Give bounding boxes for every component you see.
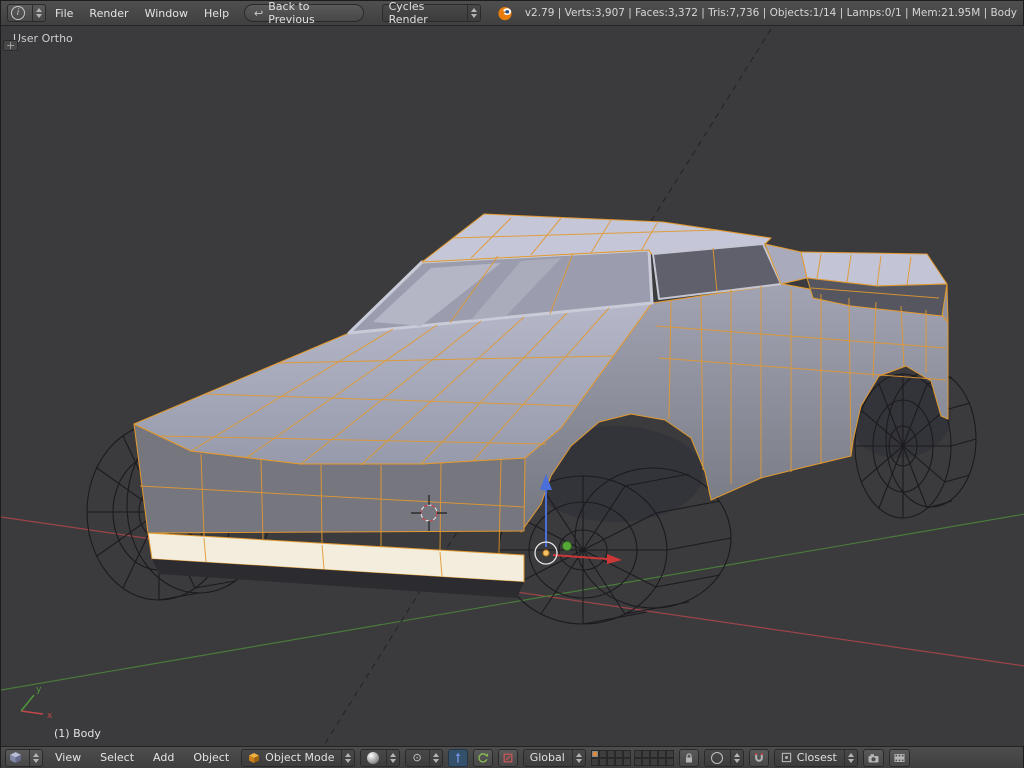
translate-icon — [455, 752, 460, 762]
view-orientation-label: User Ortho — [13, 32, 73, 45]
rotate-icon — [478, 752, 488, 763]
layer-cell[interactable] — [641, 757, 650, 766]
opengl-render-animation-button[interactable] — [888, 748, 910, 767]
layer-cell[interactable] — [622, 757, 631, 766]
layer-cell[interactable] — [649, 749, 658, 758]
menu-render[interactable]: Render — [82, 7, 135, 20]
layer-cell[interactable] — [657, 749, 666, 758]
blender-logo — [497, 5, 513, 21]
back-to-previous-button[interactable]: ↩ Back to Previous — [244, 0, 364, 26]
layer-cell[interactable] — [598, 757, 607, 766]
menu-object[interactable]: Object — [186, 751, 236, 764]
manipulator-rotate-toggle[interactable] — [472, 748, 493, 767]
blender-window: i File Render Window Help ↩ Back to Prev… — [0, 0, 1024, 768]
lock-icon — [685, 752, 692, 762]
viewport-shading-dropdown[interactable] — [360, 748, 401, 767]
layers-group-2[interactable] — [633, 749, 674, 766]
object-origin-dot — [542, 549, 550, 557]
dropdown-stepper — [843, 749, 854, 766]
proportional-edit-icon — [710, 751, 723, 764]
back-to-previous-label: Back to Previous — [268, 0, 315, 26]
pivot-point-dropdown[interactable]: ⊙ — [405, 748, 443, 767]
proportional-edit-dropdown[interactable] — [703, 748, 744, 767]
snap-toggle[interactable] — [748, 748, 769, 767]
axis-y-label: y — [36, 685, 42, 695]
snap-mode-icon — [781, 752, 791, 763]
axis-x-label: x — [47, 711, 53, 721]
scene-lock-toggle[interactable] — [678, 748, 699, 767]
dropdown-stepper — [428, 749, 439, 766]
layer-cell[interactable] — [598, 749, 607, 758]
manipulator-y-handle — [562, 541, 572, 551]
active-object-label: (1) Body — [54, 727, 101, 740]
dropdown-stepper — [341, 749, 352, 766]
viewport-header: View Select Add Object Object Mode ⊙ Glo… — [1, 746, 1023, 768]
layer-cell[interactable] — [590, 749, 599, 758]
transform-orientation-dropdown[interactable]: Global — [522, 748, 586, 767]
layer-cell[interactable] — [665, 749, 674, 758]
layer-cell[interactable] — [590, 757, 599, 766]
layer-cell[interactable] — [665, 757, 674, 766]
dropdown-stepper — [386, 749, 397, 766]
info-editor-icon: i — [11, 6, 25, 20]
3d-viewport[interactable]: x y User Ortho (1) Body + — [1, 26, 1024, 746]
model-body[interactable] — [133, 213, 949, 598]
menu-window[interactable]: Window — [138, 7, 195, 20]
layer-cell[interactable] — [606, 757, 615, 766]
layers-widget[interactable] — [590, 749, 674, 766]
film-icon — [894, 753, 905, 762]
layer-cell[interactable] — [633, 749, 642, 758]
scene-svg: x y — [1, 28, 1024, 746]
layer-cell[interactable] — [633, 757, 642, 766]
object-mode-icon — [249, 752, 260, 763]
manipulator-x-arrowhead — [607, 554, 622, 564]
mini-axis-gizmo: x y — [20, 685, 53, 721]
layer-cell[interactable] — [641, 749, 650, 758]
layer-cell[interactable] — [657, 757, 666, 766]
dropdown-stepper — [466, 5, 477, 21]
menu-add[interactable]: Add — [146, 751, 181, 764]
pivot-icon: ⊙ — [412, 751, 422, 764]
layer-cell[interactable] — [622, 749, 631, 758]
dropdown-stepper — [32, 5, 42, 21]
render-engine-value: Cycles Render — [388, 0, 428, 26]
mode-value: Object Mode — [265, 751, 335, 764]
snap-element-value: Closest — [796, 751, 837, 764]
editor-type-selector-info[interactable]: i — [7, 4, 46, 22]
stats-readout: v2.79 | Verts:3,907 | Faces:3,372 | Tris… — [524, 7, 1017, 19]
editor-type-selector-3dview[interactable] — [5, 748, 43, 767]
menu-view[interactable]: View — [48, 751, 88, 764]
region-expand-button[interactable]: + — [3, 40, 19, 51]
mode-dropdown[interactable]: Object Mode — [241, 748, 356, 767]
menu-file[interactable]: File — [48, 7, 80, 20]
camera-icon — [868, 753, 879, 762]
opengl-render-image-button[interactable] — [862, 748, 884, 767]
layer-cell[interactable] — [614, 757, 623, 766]
layer-cell[interactable] — [649, 757, 658, 766]
shading-sphere-icon — [367, 751, 380, 764]
manipulator-scale-toggle[interactable] — [497, 748, 518, 767]
info-header: i File Render Window Help ↩ Back to Prev… — [1, 0, 1023, 26]
layers-group-1[interactable] — [590, 749, 631, 766]
scale-icon — [503, 753, 513, 762]
menu-select[interactable]: Select — [93, 751, 141, 764]
menu-help[interactable]: Help — [197, 7, 236, 20]
layer-cell[interactable] — [614, 749, 623, 758]
render-engine-dropdown[interactable]: Cycles Render — [381, 0, 481, 26]
manipulator-translate-toggle[interactable] — [447, 748, 468, 767]
dropdown-stepper — [571, 749, 582, 766]
orientation-value: Global — [529, 751, 565, 764]
layer-cell[interactable] — [606, 749, 615, 758]
3d-view-editor-icon — [10, 752, 21, 763]
magnet-icon — [754, 752, 763, 762]
dropdown-stepper — [29, 749, 39, 766]
back-arrow-icon: ↩ — [254, 6, 264, 20]
snap-element-dropdown[interactable]: Closest — [773, 748, 858, 767]
dropdown-stepper — [729, 749, 740, 766]
